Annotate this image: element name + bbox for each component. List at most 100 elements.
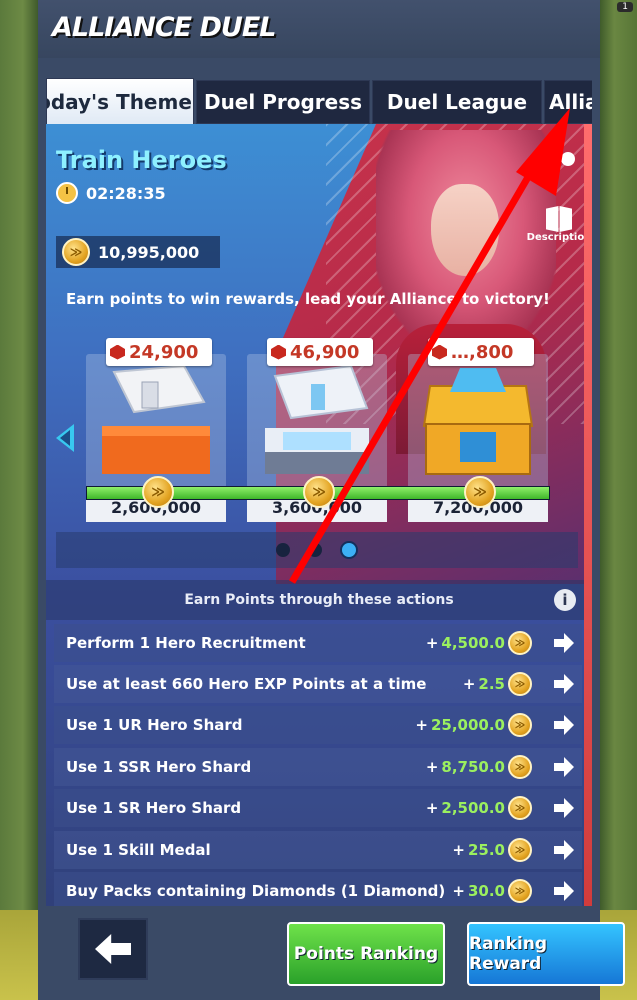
book-icon bbox=[546, 206, 572, 232]
go-arrow-icon[interactable] bbox=[554, 633, 574, 653]
map-background-left bbox=[0, 0, 38, 1000]
gem-icon bbox=[110, 344, 125, 360]
hero-portrait-face bbox=[431, 184, 499, 276]
back-button[interactable] bbox=[78, 918, 148, 980]
points-coin-icon: ≫ bbox=[508, 755, 532, 779]
gem-icon bbox=[432, 344, 447, 360]
action-points: +8,750.0 ≫ bbox=[426, 755, 532, 779]
tab-todays-theme[interactable]: Today's Theme bbox=[46, 78, 194, 124]
go-arrow-icon[interactable] bbox=[554, 798, 574, 818]
tab-edge-highlight bbox=[584, 124, 592, 906]
action-label: Use 1 SSR Hero Shard bbox=[66, 758, 252, 776]
milestone-coin-icon: ≫ bbox=[303, 476, 335, 508]
reward-cost: 46,900 bbox=[267, 338, 373, 366]
action-row[interactable]: Use 1 SSR Hero Shard +8,750.0 ≫ bbox=[54, 748, 582, 786]
go-arrow-icon[interactable] bbox=[554, 715, 574, 735]
points-value: 4,500.0 bbox=[441, 634, 505, 652]
points-value: 25.0 bbox=[467, 841, 505, 859]
action-points: +25,000.0 ≫ bbox=[415, 713, 532, 737]
actions-header-label: Earn Points through these actions bbox=[184, 592, 454, 608]
points-value: 2,500.0 bbox=[441, 799, 505, 817]
notification-badge: 1 bbox=[617, 2, 633, 12]
points-coin-icon: ≫ bbox=[508, 713, 532, 737]
tab-label: Today's Theme bbox=[47, 90, 192, 114]
points-value: 30.0 bbox=[467, 882, 505, 900]
back-arrow-icon bbox=[95, 934, 131, 964]
points-coin-icon: ≫ bbox=[508, 631, 532, 655]
go-arrow-icon[interactable] bbox=[554, 674, 574, 694]
action-label: Perform 1 Hero Recruitment bbox=[66, 634, 306, 652]
go-arrow-icon[interactable] bbox=[554, 840, 574, 860]
points-coin-icon: ≫ bbox=[508, 796, 532, 820]
carousel-prev-arrow-icon[interactable] bbox=[56, 424, 74, 452]
tab-duel-league[interactable]: Duel League bbox=[372, 80, 542, 124]
reward-cost: 24,900 bbox=[106, 338, 212, 366]
action-label: Use at least 660 Hero EXP Points at a ti… bbox=[66, 675, 427, 693]
description-label: Description bbox=[526, 232, 592, 243]
action-points: +25.0 ≫ bbox=[452, 838, 532, 862]
tab-label: Duel League bbox=[386, 90, 528, 114]
white-blue-chest-icon bbox=[265, 364, 369, 474]
tab-label: Duel Progress bbox=[203, 90, 363, 114]
go-arrow-icon[interactable] bbox=[554, 881, 574, 901]
actions-header: Earn Points through these actions i bbox=[46, 580, 592, 620]
gold-chest-icon bbox=[422, 368, 534, 475]
action-row[interactable]: Buy Packs containing Diamonds (1 Diamond… bbox=[54, 872, 582, 906]
countdown-timer: 02:28:35 bbox=[56, 182, 166, 204]
action-points: +2.5 ≫ bbox=[463, 672, 532, 696]
clock-icon bbox=[56, 182, 78, 204]
points-value: 25,000.0 bbox=[430, 716, 505, 734]
map-background-right bbox=[599, 0, 637, 1000]
page-dot[interactable] bbox=[276, 543, 290, 557]
page-dot[interactable] bbox=[308, 543, 322, 557]
tab-label: Allia bbox=[549, 90, 592, 114]
action-points: +2,500.0 ≫ bbox=[426, 796, 532, 820]
action-row[interactable]: Use 1 UR Hero Shard +25,000.0 ≫ bbox=[54, 706, 582, 744]
info-icon[interactable]: i bbox=[554, 589, 576, 611]
cost-value: 46,900 bbox=[290, 341, 360, 363]
alliance-duel-panel: ALLIANCE DUEL Today's Theme Duel Progres… bbox=[38, 0, 625, 1000]
theme-slogan: Earn points to win rewards, lead your Al… bbox=[66, 290, 550, 308]
tab-alliance[interactable]: Allia bbox=[544, 80, 592, 124]
carousel-pagination bbox=[56, 532, 578, 568]
points-coin-icon: ≫ bbox=[508, 672, 532, 696]
hero-info-icon[interactable] bbox=[561, 152, 575, 166]
ranking-reward-button[interactable]: Ranking Reward bbox=[467, 922, 625, 986]
go-arrow-icon[interactable] bbox=[554, 757, 574, 777]
action-label: Buy Packs containing Diamonds (1 Diamond… bbox=[66, 882, 446, 900]
description-button[interactable]: Description bbox=[527, 206, 591, 243]
action-row[interactable]: Use 1 SR Hero Shard +2,500.0 ≫ bbox=[54, 789, 582, 827]
white-orange-chest-icon bbox=[102, 364, 210, 474]
points-value: 8,750.0 bbox=[441, 758, 505, 776]
reward-cost: …,800 bbox=[428, 338, 534, 366]
action-row[interactable]: Use at least 660 Hero EXP Points at a ti… bbox=[54, 665, 582, 703]
tab-bar: Today's Theme Duel Progress Duel League … bbox=[46, 78, 592, 124]
action-label: Use 1 Skill Medal bbox=[66, 841, 211, 859]
points-value: 10,995,000 bbox=[98, 242, 200, 262]
action-points: +30.0 ≫ bbox=[452, 879, 532, 903]
page-dot-active[interactable] bbox=[340, 541, 358, 559]
points-value: 2.5 bbox=[478, 675, 505, 693]
reward-carousel: 24,900 2,600,000 46,900 3,600,000 bbox=[56, 336, 578, 526]
milestone-coin-icon: ≫ bbox=[142, 476, 174, 508]
points-coin-icon: ≫ bbox=[508, 879, 532, 903]
points-coin-icon: ≫ bbox=[508, 838, 532, 862]
tab-duel-progress[interactable]: Duel Progress bbox=[196, 80, 370, 124]
gem-icon bbox=[271, 344, 286, 360]
milestone-coin-icon: ≫ bbox=[464, 476, 496, 508]
cost-value: 24,900 bbox=[129, 341, 199, 363]
theme-title: Train Heroes bbox=[56, 146, 227, 174]
page-title: ALLIANCE DUEL bbox=[52, 12, 276, 43]
action-row[interactable]: Use 1 Skill Medal +25.0 ≫ bbox=[54, 831, 582, 869]
action-row[interactable]: Perform 1 Hero Recruitment +4,500.0 ≫ bbox=[54, 624, 582, 662]
panel-header: ALLIANCE DUEL bbox=[38, 0, 600, 58]
points-coin-icon: ≫ bbox=[62, 238, 90, 266]
action-label: Use 1 UR Hero Shard bbox=[66, 716, 243, 734]
action-label: Use 1 SR Hero Shard bbox=[66, 799, 242, 817]
timer-value: 02:28:35 bbox=[86, 183, 166, 203]
alliance-points: ≫ 10,995,000 bbox=[56, 236, 220, 268]
action-points: +4,500.0 ≫ bbox=[426, 631, 532, 655]
points-ranking-button[interactable]: Points Ranking bbox=[287, 922, 445, 986]
cost-value: …,800 bbox=[451, 341, 514, 363]
theme-content: Train Heroes 02:28:35 ≫ 10,995,000 Descr… bbox=[46, 124, 592, 906]
